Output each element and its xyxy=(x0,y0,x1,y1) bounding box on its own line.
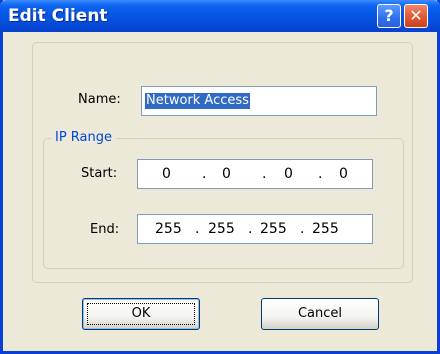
cancel-button[interactable]: Cancel xyxy=(261,298,379,330)
close-button[interactable]: ✕ xyxy=(404,4,428,28)
focus-rect xyxy=(87,303,195,325)
start-ip-octet-1[interactable]: 0 xyxy=(162,166,171,182)
help-button[interactable]: ? xyxy=(377,4,401,28)
cancel-label: Cancel xyxy=(297,306,343,321)
end-ip-octet-1[interactable]: 255 xyxy=(155,221,182,237)
ip-dot: . xyxy=(318,166,323,182)
name-value: Network Access xyxy=(145,93,250,109)
ip-range-legend: IP Range xyxy=(51,130,117,146)
end-ip-input[interactable]: 255 . 255 . 255 . 255 xyxy=(137,214,373,244)
title-bar[interactable]: Edit Client ? ✕ xyxy=(0,0,440,32)
end-ip-octet-2[interactable]: 255 xyxy=(208,221,235,237)
ip-dot: . xyxy=(248,221,253,237)
start-ip-octet-4[interactable]: 0 xyxy=(339,166,348,182)
ip-dot: . xyxy=(202,166,207,182)
start-ip-input[interactable]: 0 . 0 . 0 . 0 xyxy=(137,159,373,189)
start-ip-octet-3[interactable]: 0 xyxy=(284,166,293,182)
end-ip-octet-3[interactable]: 255 xyxy=(260,221,287,237)
help-icon: ? xyxy=(384,6,394,25)
end-label: End: xyxy=(90,222,120,237)
start-ip-octet-2[interactable]: 0 xyxy=(222,166,231,182)
end-ip-octet-4[interactable]: 255 xyxy=(312,221,339,237)
ip-dot: . xyxy=(300,221,305,237)
start-label: Start: xyxy=(81,166,118,181)
ip-dot: . xyxy=(262,166,267,182)
edit-client-dialog: Edit Client ? ✕ Name: Network Access IP … xyxy=(0,0,440,354)
window-title: Edit Client xyxy=(8,6,108,26)
name-label: Name: xyxy=(78,92,121,107)
ip-dot: . xyxy=(195,221,200,237)
close-icon: ✕ xyxy=(409,6,423,25)
ok-button[interactable]: OK xyxy=(82,298,200,330)
name-input[interactable]: Network Access xyxy=(141,86,377,116)
ip-range-fieldset xyxy=(43,138,404,269)
